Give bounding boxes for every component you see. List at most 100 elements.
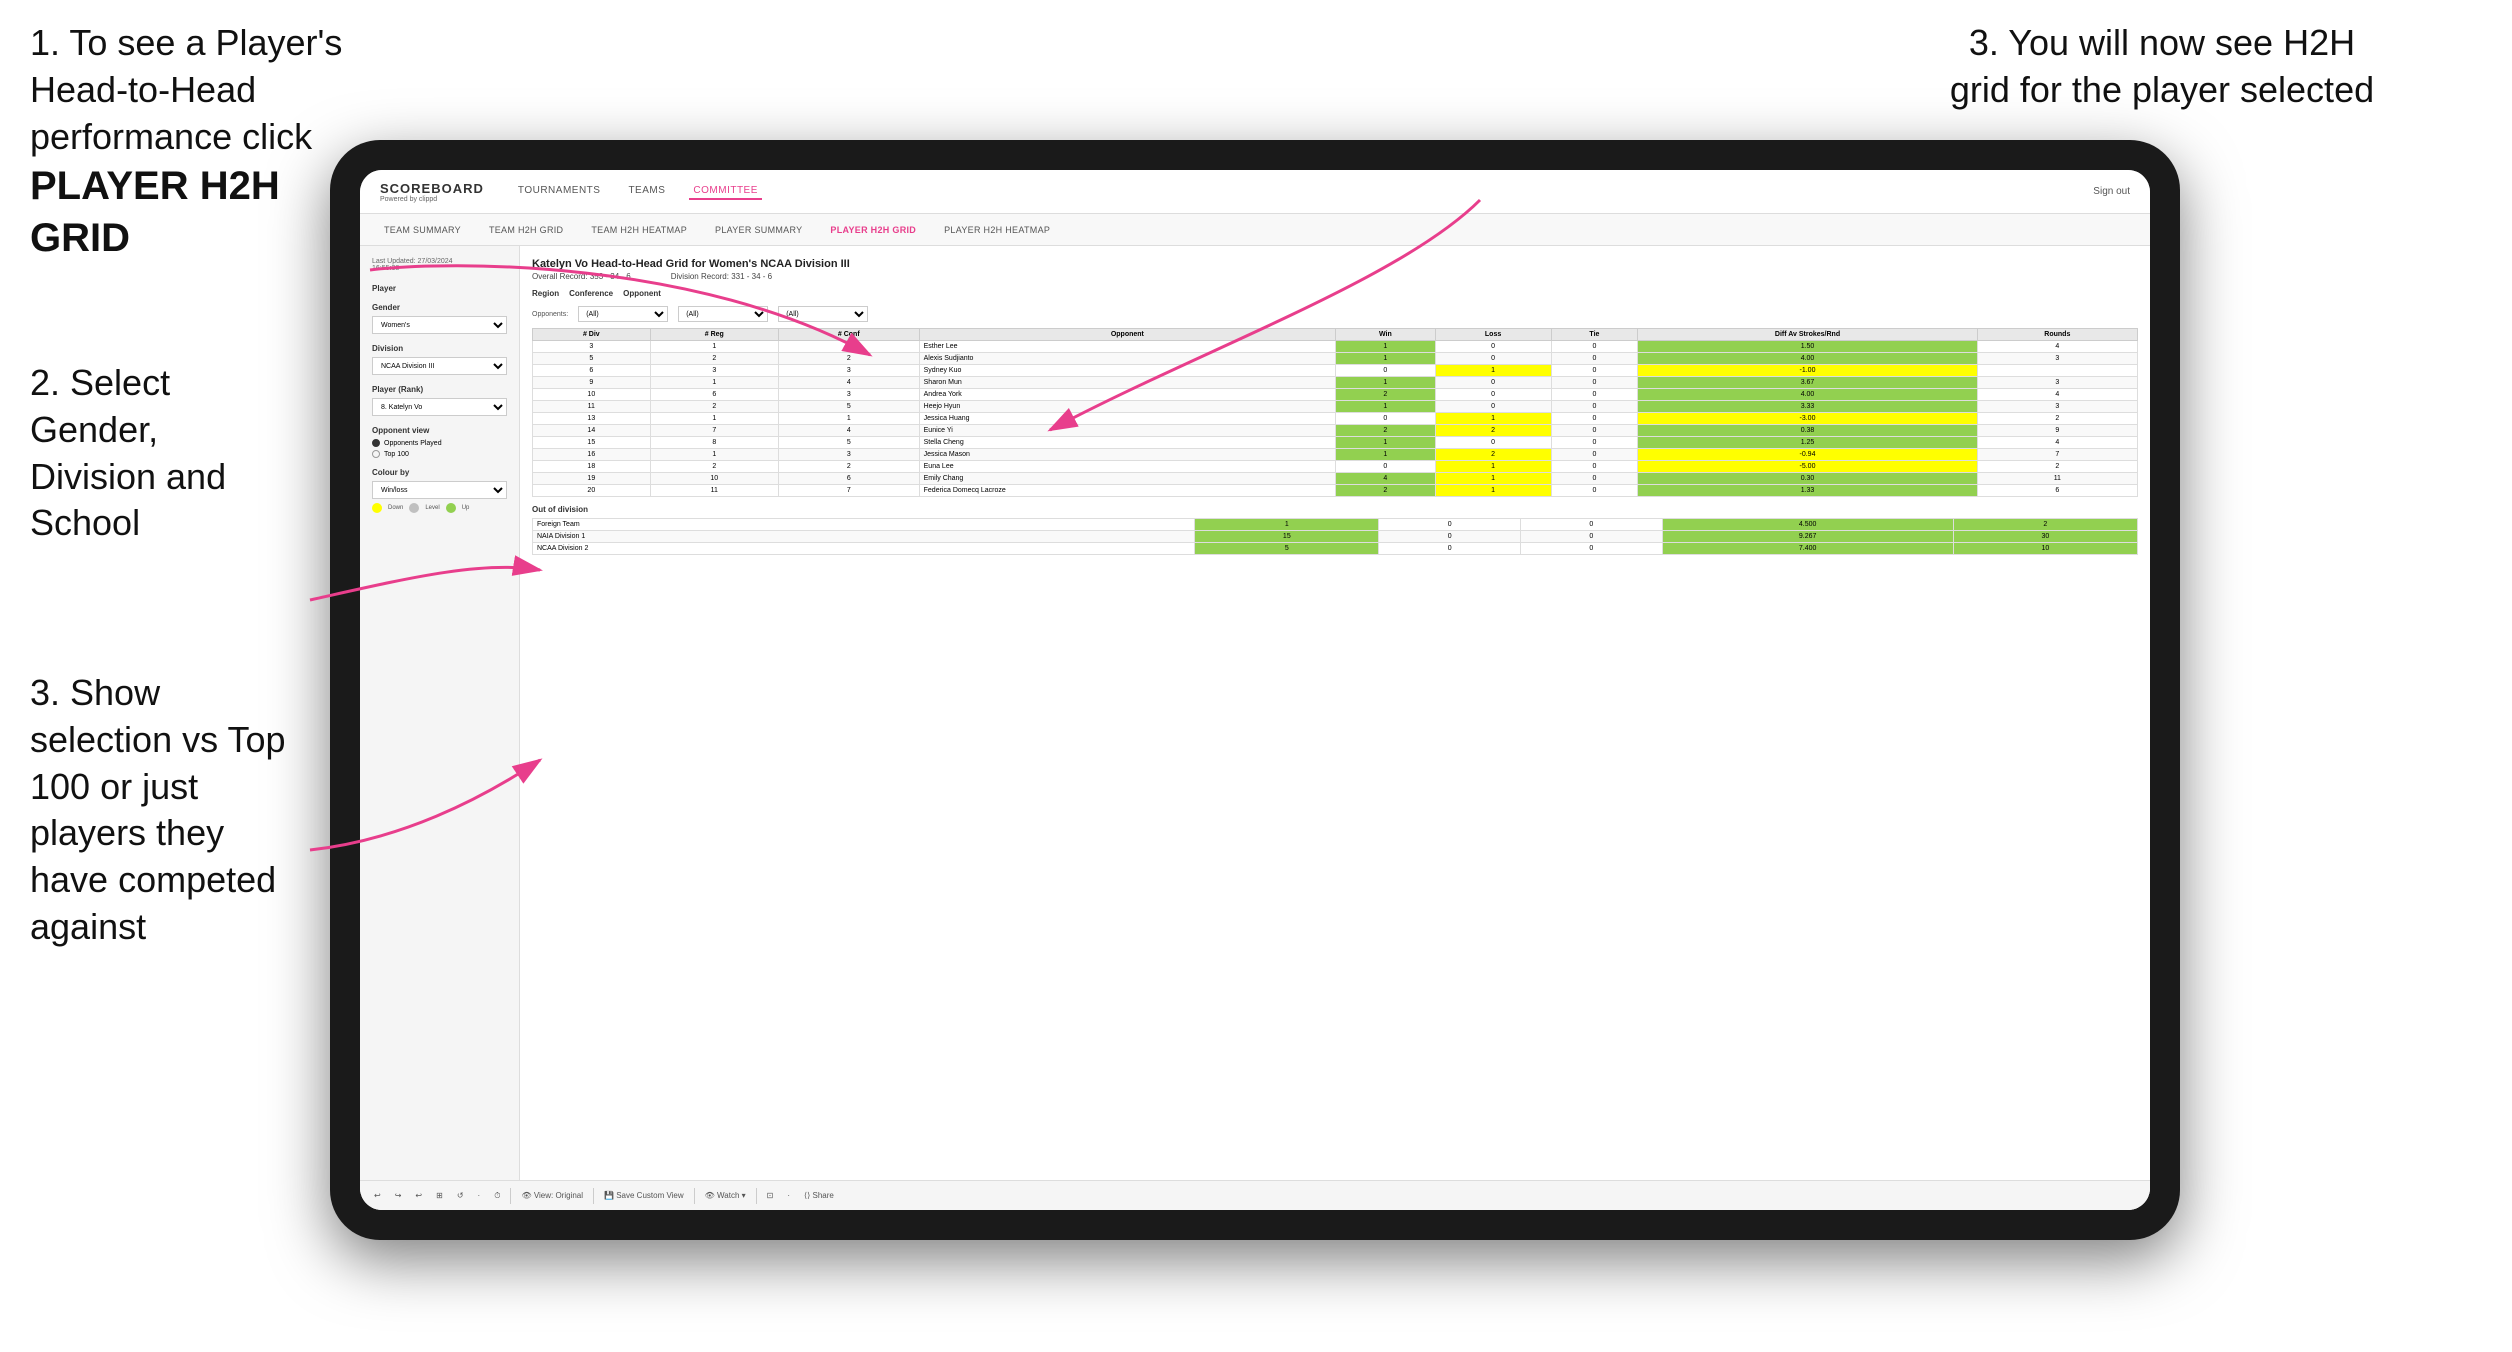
cell-diff: 1.50 [1638, 341, 1977, 353]
cell-conf: 3 [778, 389, 919, 401]
out-cell-win: 1 [1195, 519, 1379, 531]
cell-tie: 0 [1551, 461, 1638, 473]
cell-reg: 2 [650, 401, 778, 413]
cell-diff: 0.30 [1638, 473, 1977, 485]
toolbar-undo2[interactable]: ↩ [411, 1189, 426, 1202]
cell-loss: 1 [1435, 365, 1551, 377]
division-label: Division [372, 344, 507, 353]
nav-teams[interactable]: TEAMS [624, 183, 669, 200]
toolbar-layout[interactable]: ⊡ [763, 1189, 778, 1202]
out-cell-label: Foreign Team [533, 519, 1195, 531]
cell-rounds: 3 [1977, 353, 2137, 365]
cell-div: 18 [533, 461, 651, 473]
cell-win: 4 [1336, 473, 1436, 485]
nav-committee[interactable]: COMMITTEE [689, 183, 762, 200]
cell-reg: 10 [650, 473, 778, 485]
table-row: 15 8 5 Stella Cheng 1 0 0 1.25 4 [533, 437, 2138, 449]
subnav-player-summary[interactable]: PLAYER SUMMARY [711, 223, 806, 237]
toolbar-timer[interactable]: ⏱ [490, 1189, 504, 1203]
radio-dot-opponents [372, 439, 380, 447]
panel-gender: Gender Women's [372, 303, 507, 334]
out-table-row: NAIA Division 1 15 0 0 9.267 30 [533, 531, 2138, 543]
radio-top100[interactable]: Top 100 [372, 450, 507, 458]
nav-tournaments[interactable]: TOURNAMENTS [514, 183, 605, 200]
conference-label: Conference [569, 289, 613, 298]
cell-reg: 2 [650, 461, 778, 473]
out-cell-tie: 0 [1521, 531, 1663, 543]
cell-win: 1 [1336, 401, 1436, 413]
cell-win: 0 [1336, 461, 1436, 473]
cell-conf: 7 [778, 485, 919, 497]
opponent-filter-select[interactable]: (All) [778, 306, 868, 322]
panel-division: Division NCAA Division III [372, 344, 507, 375]
cell-reg: 7 [650, 425, 778, 437]
col-opponent: Opponent [919, 329, 1335, 341]
filters-selects-row: Opponents: (All) (All) (All) [532, 306, 2138, 322]
cell-div: 19 [533, 473, 651, 485]
bottom-toolbar: ↩ ↪ ↩ ⊞ ↺ · ⏱ 👁 View: Original 💾 Save Cu… [360, 1180, 2150, 1210]
cell-rounds: 4 [1977, 437, 2137, 449]
opponent-label: Opponent [623, 289, 661, 298]
player-rank-label: Player (Rank) [372, 385, 507, 394]
toolbar-share[interactable]: ⟨⟩ Share [800, 1189, 838, 1202]
toolbar-undo[interactable]: ↩ [370, 1189, 385, 1202]
toolbar-refresh[interactable]: ↺ [453, 1189, 468, 1202]
cell-diff: 3.67 [1638, 377, 1977, 389]
player-label: Player [372, 284, 507, 293]
cell-win: 0 [1336, 365, 1436, 377]
colour-dot-up [446, 503, 456, 513]
subnav-team-h2h-grid[interactable]: TEAM H2H GRID [485, 223, 567, 237]
last-updated: Last Updated: 27/03/2024 16:55:38 [372, 258, 507, 272]
cell-conf: 2 [778, 461, 919, 473]
cell-conf: 3 [778, 365, 919, 377]
out-cell-rounds: 2 [1953, 519, 2137, 531]
cell-diff: 3.33 [1638, 401, 1977, 413]
out-cell-tie: 0 [1521, 543, 1663, 555]
subnav-team-summary[interactable]: TEAM SUMMARY [380, 223, 465, 237]
region-filter-select[interactable]: (All) [578, 306, 668, 322]
sub-nav: TEAM SUMMARY TEAM H2H GRID TEAM H2H HEAT… [360, 214, 2150, 246]
toolbar-dot: · [474, 1189, 485, 1202]
table-row: 19 10 6 Emily Chang 4 1 0 0.30 11 [533, 473, 2138, 485]
table-row: 11 2 5 Heejo Hyun 1 0 0 3.33 3 [533, 401, 2138, 413]
radio-opponents-played[interactable]: Opponents Played [372, 439, 507, 447]
toolbar-view-original[interactable]: 👁 View: Original [517, 1189, 587, 1202]
cell-tie: 0 [1551, 353, 1638, 365]
gender-select[interactable]: Women's [372, 316, 507, 334]
panel-player-rank: Player (Rank) 8. Katelyn Vo [372, 385, 507, 416]
cell-conf: 1 [778, 341, 919, 353]
table-row: 10 6 3 Andrea York 2 0 0 4.00 4 [533, 389, 2138, 401]
opponent-view: Opponent view Opponents Played Top 100 [372, 426, 507, 458]
col-win: Win [1336, 329, 1436, 341]
grid-records: Overall Record: 353 - 34 - 6 Division Re… [532, 272, 2138, 281]
subnav-team-h2h-heatmap[interactable]: TEAM H2H HEATMAP [587, 223, 691, 237]
toolbar-save-view[interactable]: 💾 Save Custom View [600, 1189, 688, 1202]
toolbar-watch[interactable]: 👁 Watch ▾ [701, 1189, 750, 1202]
logo-area: SCOREBOARD Powered by clippd [380, 181, 484, 203]
cell-diff: -1.00 [1638, 365, 1977, 377]
subnav-player-h2h-heatmap[interactable]: PLAYER H2H HEATMAP [940, 223, 1054, 237]
out-table-row: Foreign Team 1 0 0 4.500 2 [533, 519, 2138, 531]
cell-tie: 0 [1551, 341, 1638, 353]
table-row: 9 1 4 Sharon Mun 1 0 0 3.67 3 [533, 377, 2138, 389]
player-rank-select[interactable]: 8. Katelyn Vo [372, 398, 507, 416]
division-select[interactable]: NCAA Division III [372, 357, 507, 375]
nav-sign-out[interactable]: Sign out [2093, 186, 2130, 197]
subnav-player-h2h-grid[interactable]: PLAYER H2H GRID [826, 223, 920, 237]
cell-win: 0 [1336, 413, 1436, 425]
main-content: Last Updated: 27/03/2024 16:55:38 Player… [360, 246, 2150, 1210]
table-row: 18 2 2 Euna Lee 0 1 0 -5.00 2 [533, 461, 2138, 473]
out-cell-diff: 9.267 [1662, 531, 1953, 543]
conference-filter-select[interactable]: (All) [678, 306, 768, 322]
filter-region-block: Region [532, 289, 559, 300]
toolbar-grid-icon[interactable]: ⊞ [432, 1189, 447, 1202]
h2h-table: # Div # Reg # Conf Opponent Win Loss Tie… [532, 328, 2138, 497]
cell-rounds: 4 [1977, 341, 2137, 353]
col-div: # Div [533, 329, 651, 341]
cell-reg: 1 [650, 377, 778, 389]
colour-select[interactable]: Win/loss [372, 481, 507, 499]
cell-reg: 2 [650, 353, 778, 365]
cell-div: 11 [533, 401, 651, 413]
colour-dot-level [409, 503, 419, 513]
toolbar-redo[interactable]: ↪ [391, 1189, 406, 1202]
